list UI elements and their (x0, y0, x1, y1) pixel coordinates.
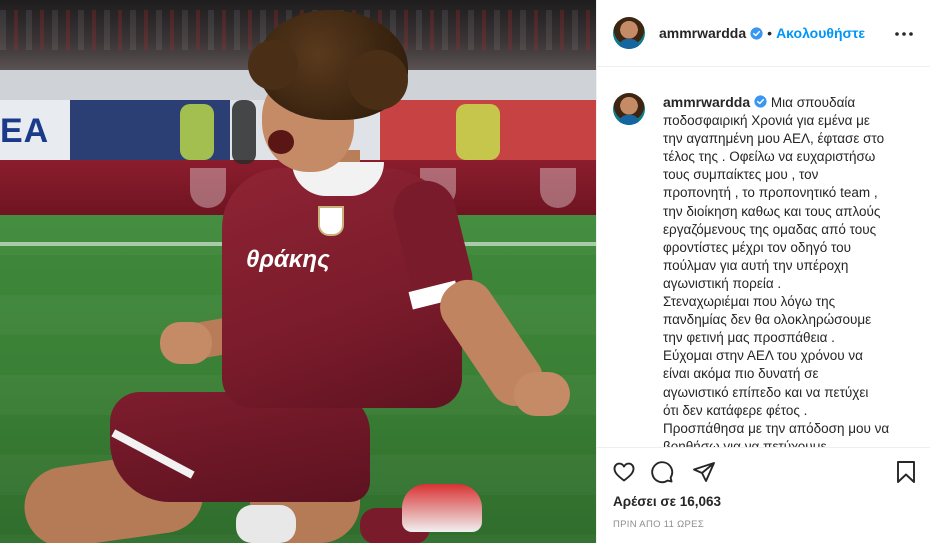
more-options-icon[interactable] (892, 22, 916, 46)
caption-line: την αγαπημένη μου ΑΕΛ, έφτασε στο (663, 131, 885, 147)
caption-line: Προσπάθησα με την απόδοση μου να (663, 420, 890, 436)
comment-icon[interactable] (648, 458, 676, 486)
verified-badge-icon (754, 95, 767, 108)
post-header: ammrwardda • Ακολουθήστε (597, 0, 930, 67)
caption-line: ότι δεν κατάφερε φέτος . (663, 402, 808, 418)
celebrating-player: θράκης (0, 0, 596, 543)
player-fist (160, 322, 212, 364)
caption-line: προπονητή , το προπονητικό team , (663, 185, 878, 201)
caption-line: ποδοσφαιρική Χρονιά για εμένα με (663, 113, 870, 129)
instagram-post: EA θράκης ammrwardda • Ακολουθήστε ammrw… (0, 0, 930, 543)
caption-line: είναι ακόμα πιο δυνατή σε (663, 366, 819, 382)
caption-line: αγωνιστική πορεία . (663, 275, 782, 291)
caption-row: ammrwardda Μια σπουδαία ποδοσφαιρική Χρο… (597, 67, 930, 447)
caption-text: ammrwardda Μια σπουδαία ποδοσφαιρική Χρο… (663, 93, 907, 447)
caption-line: ammrwardda Μια σπουδαία (663, 93, 907, 112)
post-actions: Αρέσει σε 16,063 ΠΡΙΝ ΑΠΟ 11 ΩΡΕΣ (597, 447, 930, 543)
share-icon[interactable] (690, 458, 718, 486)
caption-line: Στεναχωριέμαι που λόγω της (663, 294, 836, 310)
likes-count[interactable]: Αρέσει σε 16,063 (613, 494, 721, 509)
separator-dot: • (767, 25, 773, 41)
caption-line: βοηθήσω για να πετύχουμε (663, 438, 827, 447)
post-photo[interactable]: EA θράκης (0, 0, 596, 543)
jersey-sponsor: θράκης (246, 246, 330, 273)
post-timestamp[interactable]: ΠΡΙΝ ΑΠΟ 11 ΩΡΕΣ (613, 519, 704, 530)
caption-area: ammrwardda Μια σπουδαία ποδοσφαιρική Χρο… (597, 67, 930, 447)
caption-line: τους συμπαίκτες μου , τον (663, 167, 819, 183)
header-username[interactable]: ammrwardda (659, 25, 746, 41)
caption-line: εργαζόμενους της ομαδας από τους (663, 221, 877, 237)
avatar[interactable] (613, 17, 645, 49)
caption-line: Εύχομαι στην ΑΕΛ του χρόνου να (663, 348, 863, 364)
follow-button[interactable]: Ακολουθήστε (776, 25, 865, 41)
caption-line: πανδημίας δεν θα ολοκληρώσουμε (663, 312, 872, 328)
caption-line: αγωνιστικό επίπεδο και να πετύχει (663, 384, 869, 400)
verified-badge-icon (750, 26, 763, 40)
player-hair (248, 10, 408, 120)
heart-icon[interactable] (610, 458, 638, 486)
caption-line: πούλμαν για αυτή την υπέροχη (663, 257, 849, 273)
caption-line: φροντίστες μέχρι τον οδηγό του (663, 239, 851, 255)
caption-line: τέλος της . Οφείλω να ευχαριστήσω (663, 149, 876, 165)
avatar[interactable] (613, 93, 645, 125)
player-boot (236, 505, 296, 543)
player-mouth (268, 130, 294, 154)
club-badge (318, 206, 344, 236)
caption-line: την διοίκηση καθως και τους απλούς (663, 203, 881, 219)
player-boot (402, 484, 482, 532)
caption-line: την φετινή μας προσπάθεια . (663, 330, 835, 346)
caption-username[interactable]: ammrwardda (663, 94, 750, 110)
caption-line-text: Μια σπουδαία (770, 95, 856, 110)
post-side-panel: ammrwardda • Ακολουθήστε ammrwardda Μια … (596, 0, 930, 543)
player-fist (514, 372, 570, 416)
bookmark-icon[interactable] (892, 458, 920, 486)
